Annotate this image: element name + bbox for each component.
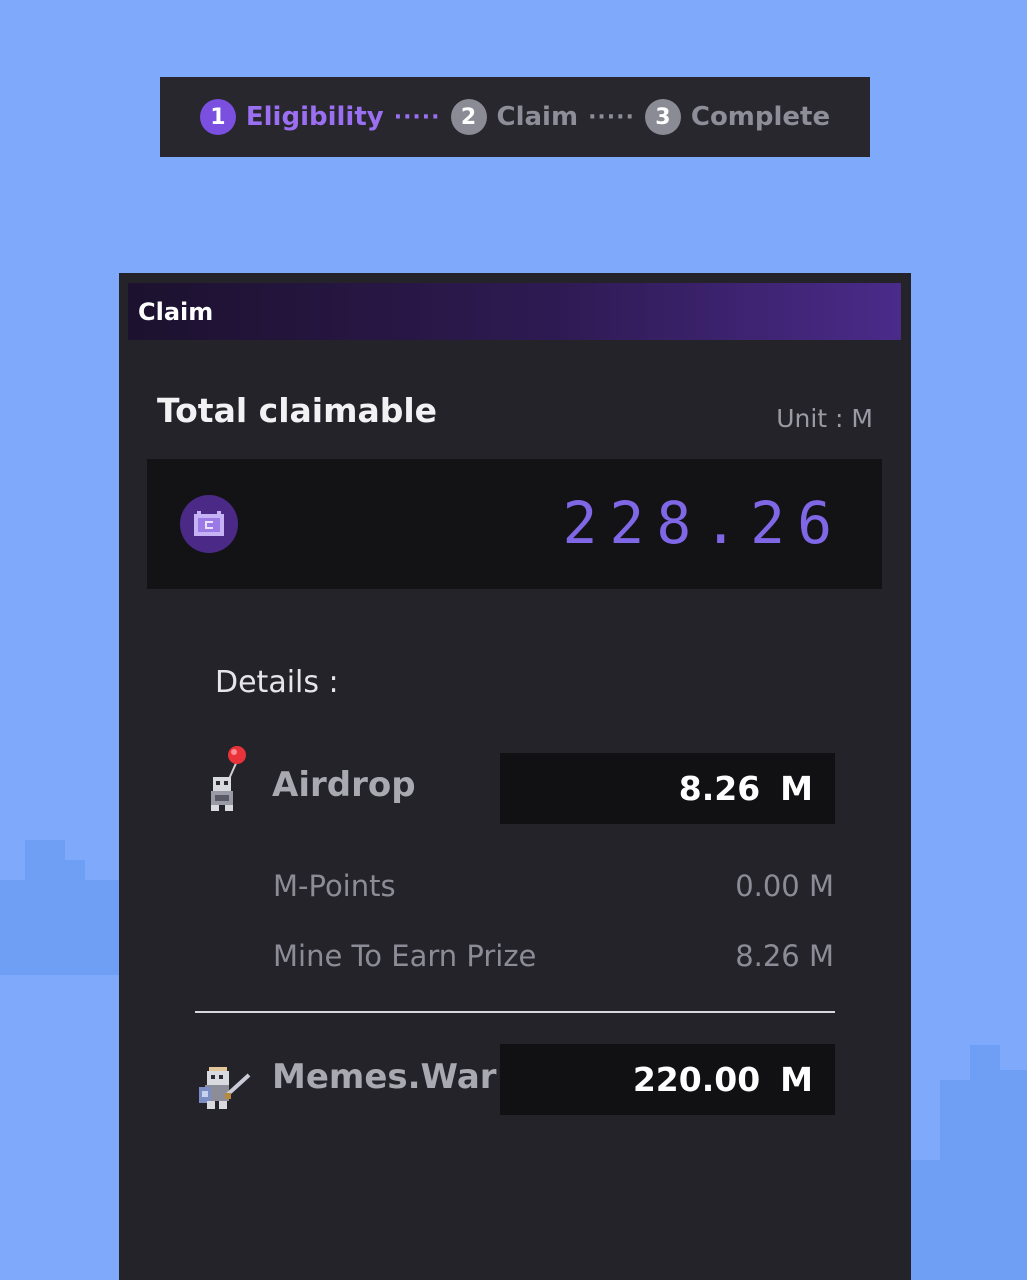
panel-title: Claim xyxy=(138,297,214,326)
background-hill-left xyxy=(60,860,85,975)
step-separator: ····· xyxy=(588,104,635,130)
total-claimable-value: 228.26 xyxy=(562,489,844,557)
step-number: 2 xyxy=(450,99,487,135)
mine-to-earn-value: 8.26 M xyxy=(735,939,834,973)
m-points-label: M-Points xyxy=(273,869,396,903)
total-claimable-box: 228.26 xyxy=(147,459,882,589)
divider xyxy=(195,1011,835,1013)
mine-to-earn-label: Mine To Earn Prize xyxy=(273,939,537,973)
knight-character-icon xyxy=(195,1043,251,1113)
memes-war-unit: M xyxy=(780,1060,813,1099)
step-eligibility[interactable]: 1 Eligibility xyxy=(199,99,384,135)
airdrop-unit: M xyxy=(780,769,813,808)
panel-header: Claim xyxy=(128,283,901,340)
memes-war-label: Memes.War xyxy=(272,1057,497,1097)
step-number: 1 xyxy=(199,99,236,135)
step-label: Complete xyxy=(690,102,831,132)
total-claimable-label: Total claimable xyxy=(157,391,438,430)
unit-label: Unit : M xyxy=(776,404,873,433)
step-complete[interactable]: 3 Complete xyxy=(644,99,831,135)
memes-war-value: 220.00 xyxy=(632,1060,761,1099)
step-number: 3 xyxy=(644,99,681,135)
claim-panel: Claim Total claimable Unit : M 228.26 De… xyxy=(119,273,911,1280)
details-label: Details : xyxy=(215,665,339,700)
background-hill-right xyxy=(970,1045,1000,1280)
airdrop-value-box: 8.26 M xyxy=(500,753,835,824)
background-hill-right xyxy=(911,1160,941,1280)
background-hill-right xyxy=(1000,1070,1027,1280)
step-label: Eligibility xyxy=(245,102,384,132)
background-hill-left xyxy=(25,840,65,975)
background-hill-left xyxy=(85,880,119,975)
step-label: Claim xyxy=(496,102,579,132)
background-hill-right xyxy=(940,1080,970,1280)
airdrop-label: Airdrop xyxy=(272,765,416,805)
progress-stepper: 1 Eligibility ····· 2 Claim ····· 3 Comp… xyxy=(160,77,870,157)
m-points-value: 0.00 M xyxy=(735,869,834,903)
step-claim[interactable]: 2 Claim xyxy=(450,99,579,135)
coin-icon xyxy=(180,495,238,553)
airdrop-value: 8.26 xyxy=(678,769,761,808)
memes-war-value-box: 220.00 M xyxy=(500,1044,835,1115)
step-separator: ····· xyxy=(393,104,441,130)
balloon-character-icon xyxy=(205,743,257,813)
